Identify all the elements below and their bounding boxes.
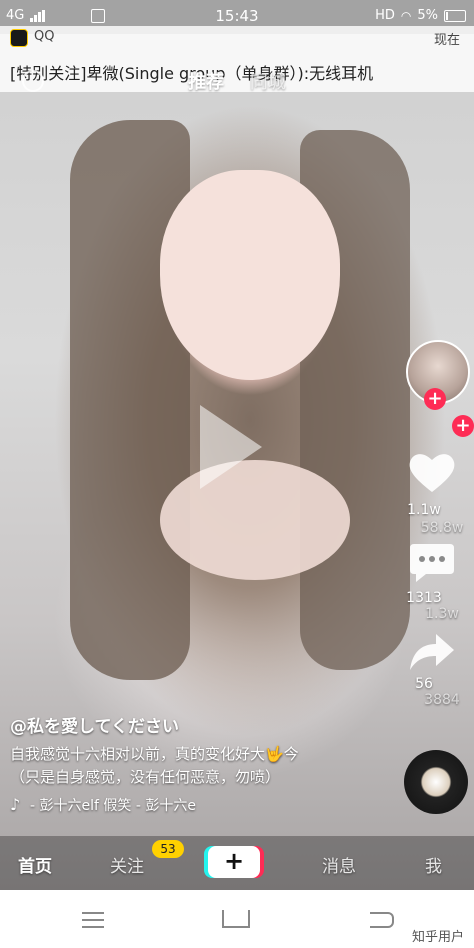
play-icon[interactable] bbox=[200, 405, 262, 489]
follow-plus-icon[interactable]: + bbox=[424, 388, 446, 410]
tiktok-note-icon bbox=[10, 795, 22, 814]
create-button[interactable]: + bbox=[208, 846, 260, 878]
music-info[interactable]: - 彭十六elf 假笑 - 彭十六e bbox=[10, 795, 390, 815]
caption-line-1: 自我感觉十六相对以前，真的变化好大🤟今 bbox=[10, 745, 299, 763]
music-disc[interactable] bbox=[404, 750, 468, 814]
heart-icon bbox=[409, 454, 455, 492]
share-count-behind: 3884 bbox=[424, 692, 460, 708]
nav-follow[interactable]: 关注 bbox=[110, 852, 144, 877]
like-count-behind: 58.8w bbox=[420, 520, 464, 536]
music-title: - 彭十六elf 假笑 - 彭十六e bbox=[30, 798, 196, 814]
like-count: 1.1w bbox=[407, 502, 441, 518]
tab-recommend[interactable]: 推荐 bbox=[188, 72, 224, 93]
video-face bbox=[160, 170, 340, 380]
nav-home[interactable]: 首页 bbox=[18, 852, 52, 877]
follow-badge: 53 bbox=[152, 840, 184, 858]
nav-me[interactable]: 我 bbox=[425, 852, 442, 877]
video-hair-left bbox=[70, 120, 190, 680]
comment-icon bbox=[410, 544, 454, 582]
creator-handle[interactable]: @私を愛してください bbox=[10, 712, 390, 737]
follow-plus-icon-behind: + bbox=[452, 415, 474, 437]
home-icon[interactable] bbox=[222, 910, 250, 928]
caption-line-2: （只是自身感觉，没有任何恶意，勿喷） bbox=[10, 768, 281, 786]
nav-messages[interactable]: 消息 bbox=[322, 852, 356, 877]
system-nav-bar bbox=[0, 890, 474, 948]
comment-count-behind: 1.3w bbox=[425, 606, 459, 622]
comment-count: 1313 bbox=[406, 590, 442, 606]
video-caption: @私を愛してください 自我感觉十六相对以前，真的变化好大🤟今 （只是自身感觉，没… bbox=[10, 712, 390, 815]
watermark: 知乎用户 bbox=[411, 930, 464, 945]
share-icon bbox=[410, 634, 454, 670]
back-icon[interactable] bbox=[370, 912, 394, 928]
notification-app-name: QQ bbox=[34, 29, 55, 44]
tab-nearby[interactable]: 同城 bbox=[250, 72, 286, 93]
qq-app-icon bbox=[10, 29, 28, 47]
share-count: 56 bbox=[415, 676, 433, 692]
menu-icon[interactable] bbox=[82, 912, 104, 933]
